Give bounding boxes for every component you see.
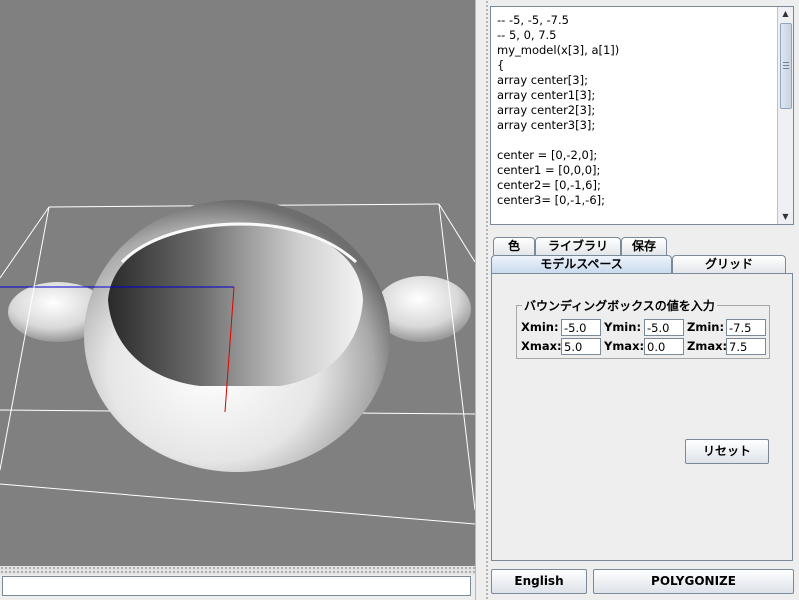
tab-grid[interactable]: グリッド <box>672 255 786 273</box>
code-line[interactable]: center1 = [0,0,0]; <box>497 163 775 178</box>
splitter-grip-right[interactable] <box>485 0 489 600</box>
tab-library[interactable]: ライブラリ <box>535 237 621 255</box>
tab-model-space[interactable]: モデルスペース <box>491 255 672 273</box>
polygonize-button[interactable]: POLYGONIZE <box>593 569 794 594</box>
code-line[interactable]: center3= [0,-1,-6]; <box>497 193 775 208</box>
bounding-box-group: バウンディングボックスの値を入力 Xmin: Ymin: Zmin: Xmax:… <box>516 297 770 359</box>
xmax-field[interactable] <box>561 338 601 355</box>
scrollbar-thumb[interactable] <box>780 23 792 109</box>
code-line[interactable]: center = [0,-2,0]; <box>497 148 775 163</box>
code-line[interactable]: -- 5, 0, 7.5 <box>497 28 775 43</box>
code-line[interactable]: array center1[3]; <box>497 88 775 103</box>
bowl-cavity <box>108 226 363 386</box>
vertical-scrollbar[interactable]: ▲ ▼ <box>777 7 793 224</box>
tab-color[interactable]: 色 <box>493 237 535 255</box>
ymin-field[interactable] <box>644 319 684 336</box>
splitter-grip[interactable] <box>0 566 475 575</box>
code-line[interactable]: my_model(x[3], a[1]) <box>497 43 775 58</box>
scroll-up-arrow-icon[interactable]: ▲ <box>778 7 793 21</box>
xmin-field[interactable] <box>561 319 601 336</box>
code-line[interactable]: array center3[3]; <box>497 118 775 133</box>
model-render <box>0 200 475 525</box>
code-text[interactable]: -- -5, -5, -7.5 -- 5, 0, 7.5 my_model(x[3]… <box>497 13 775 208</box>
code-line[interactable] <box>497 133 775 148</box>
code-line[interactable]: array center2[3]; <box>497 103 775 118</box>
english-button[interactable]: English <box>491 569 587 594</box>
model-space-panel: バウンディングボックスの値を入力 Xmin: Ymin: Zmin: Xmax:… <box>491 273 793 561</box>
code-line[interactable]: array center[3]; <box>497 73 775 88</box>
ymax-label: Ymax: <box>604 339 645 353</box>
xmax-label: Xmax: <box>521 339 562 353</box>
ymax-field[interactable] <box>644 338 684 355</box>
zmin-field[interactable] <box>726 319 766 336</box>
code-line[interactable]: { <box>497 58 775 73</box>
zmin-label: Zmin: <box>687 320 725 334</box>
scroll-down-arrow-icon[interactable]: ▼ <box>778 210 793 224</box>
tab-save[interactable]: 保存 <box>621 237 667 255</box>
zmax-label: Zmax: <box>687 339 728 353</box>
code-editor[interactable]: -- -5, -5, -7.5 -- 5, 0, 7.5 my_model(x[3]… <box>490 6 794 225</box>
code-line[interactable]: -- -5, -5, -7.5 <box>497 13 775 28</box>
bounding-box-legend: バウンディングボックスの値を入力 <box>522 297 717 314</box>
xmin-label: Xmin: <box>521 320 559 334</box>
3d-viewport[interactable] <box>0 0 475 566</box>
zmax-field[interactable] <box>726 338 766 355</box>
ymin-label: Ymin: <box>604 320 642 334</box>
code-line[interactable]: center2= [0,-1,6]; <box>497 178 775 193</box>
reset-button[interactable]: リセット <box>685 439 769 464</box>
command-input[interactable] <box>2 576 471 596</box>
